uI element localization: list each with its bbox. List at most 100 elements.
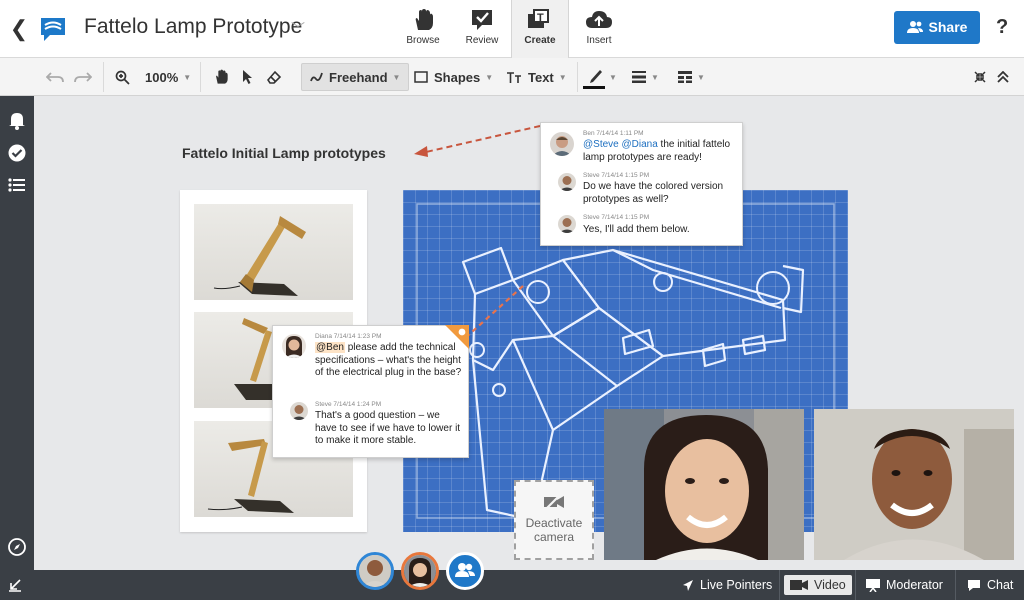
deactivate-camera-label: Deactivate xyxy=(525,516,583,530)
text-icon xyxy=(507,71,521,83)
participant-avatar-steve[interactable] xyxy=(356,552,394,590)
moderator-label: Moderator xyxy=(886,578,943,592)
mode-insert-button[interactable]: Insert xyxy=(570,0,628,58)
rectangle-icon xyxy=(414,71,428,83)
toolbar-divider xyxy=(577,62,578,92)
video-feed-diana[interactable] xyxy=(604,409,804,560)
fit-screen-button[interactable] xyxy=(974,58,986,96)
zoom-dropdown[interactable]: 100% ▼ xyxy=(145,58,191,96)
shapes-tool-dropdown[interactable]: Shapes ▼ xyxy=(414,58,493,96)
eraser-tool-button[interactable] xyxy=(266,58,282,96)
participant-avatar-diana[interactable] xyxy=(401,552,439,590)
caret-down-icon: ▼ xyxy=(558,72,567,82)
grid-layout-icon xyxy=(678,71,692,83)
comment-meta: Steve 7/14/14 1:15 PM xyxy=(583,172,650,179)
top-bar: ❮ Fattelo Lamp Prototype ﹀ Browse Review… xyxy=(0,0,1024,58)
mode-browse-label: Browse xyxy=(406,35,440,46)
minimize-panel-button[interactable] xyxy=(8,570,28,600)
mention-link[interactable]: @Steve @Diana xyxy=(583,139,658,150)
chat-toggle[interactable]: Chat xyxy=(967,570,1013,600)
review-icon xyxy=(472,10,492,30)
shapes-label: Shapes xyxy=(434,69,481,85)
mode-review-button[interactable]: Review xyxy=(453,0,511,58)
list-icon[interactable] xyxy=(7,175,27,195)
line-weight-dropdown[interactable]: ▼ xyxy=(632,58,659,96)
upload-cloud-icon xyxy=(586,11,612,28)
checklist-check-icon[interactable] xyxy=(7,143,27,163)
caret-down-icon: ▼ xyxy=(183,72,192,82)
comment-thread-card[interactable]: Ben 7/14/14 1:11 PM @Steve @Diana the in… xyxy=(540,122,743,246)
eraser-icon xyxy=(266,70,282,84)
bottom-divider xyxy=(779,570,780,600)
title-chevron-down-icon[interactable]: ﹀ xyxy=(291,19,305,39)
comment-thread-card[interactable]: Diana 7/14/14 1:23 PM @Ben please add th… xyxy=(272,325,469,458)
shrink-arrow-icon xyxy=(9,579,21,592)
svg-text:T: T xyxy=(537,12,544,24)
comment-text: Do we have the colored version prototype… xyxy=(583,181,724,205)
app-logo-icon xyxy=(38,15,68,43)
pan-tool-button[interactable] xyxy=(213,58,229,96)
mode-create-label: Create xyxy=(524,35,556,46)
redo-icon xyxy=(74,72,92,83)
help-button[interactable]: ? xyxy=(996,16,1008,39)
compass-icon[interactable] xyxy=(7,537,27,557)
avatar-ben xyxy=(550,132,574,156)
comment-text: @Steve @Diana the initial fattelo lamp p… xyxy=(583,139,731,163)
share-button[interactable]: Share xyxy=(894,11,980,44)
line-weight-icon xyxy=(632,71,646,83)
cursor-arrow-icon xyxy=(243,70,252,84)
freehand-label: Freehand xyxy=(329,69,388,85)
caret-down-icon: ▼ xyxy=(392,72,401,82)
live-pointers-label: Live Pointers xyxy=(700,578,773,592)
freehand-tool-dropdown[interactable]: Freehand ▼ xyxy=(301,63,410,91)
hand-icon xyxy=(216,69,228,84)
freehand-icon xyxy=(310,72,323,82)
chat-bubble-icon xyxy=(968,579,980,591)
canvas-title[interactable]: Fattelo Initial Lamp prototypes xyxy=(182,145,386,161)
mode-create-button[interactable]: T Create xyxy=(511,0,569,58)
avatar-steve xyxy=(290,402,308,420)
select-tool-button[interactable] xyxy=(242,58,254,96)
video-toggle[interactable]: Video xyxy=(784,575,852,595)
lamp-photo[interactable] xyxy=(194,204,353,300)
collapse-toolbar-button[interactable] xyxy=(997,58,1009,96)
moderator-toggle[interactable]: Moderator xyxy=(866,570,943,600)
pen-color-icon xyxy=(583,70,605,89)
hand-icon xyxy=(415,9,433,30)
stroke-color-dropdown[interactable]: ▼ xyxy=(583,58,617,96)
participants-list-button[interactable] xyxy=(446,552,484,590)
comment-meta: Ben 7/14/14 1:11 PM xyxy=(583,130,644,137)
redo-button[interactable] xyxy=(74,58,92,96)
notifications-bell-icon[interactable] xyxy=(7,110,27,130)
avatar-steve xyxy=(558,215,576,233)
layout-dropdown[interactable]: ▼ xyxy=(678,58,705,96)
caret-down-icon: ▼ xyxy=(609,72,617,82)
mode-review-label: Review xyxy=(465,35,499,46)
back-button[interactable]: ❮ xyxy=(8,14,30,44)
double-chevron-up-icon xyxy=(997,71,1009,83)
toolbar: 100% ▼ Freehand ▼ Shapes ▼ Text ▼ ▼ ▼ ▼ xyxy=(0,58,1024,96)
undo-button[interactable] xyxy=(46,58,64,96)
caret-down-icon: ▼ xyxy=(697,72,705,82)
mention-link[interactable]: @Ben xyxy=(315,342,345,353)
annotation-arrow[interactable] xyxy=(400,120,550,165)
left-sidebar xyxy=(0,96,34,570)
text-tool-dropdown[interactable]: Text ▼ xyxy=(506,58,567,96)
users-icon xyxy=(455,563,475,577)
collapse-arrows-icon xyxy=(974,71,986,83)
mode-insert-label: Insert xyxy=(586,35,612,46)
undo-icon xyxy=(46,72,64,83)
zoom-in-button[interactable] xyxy=(115,58,130,96)
presentation-board-icon xyxy=(866,578,880,592)
share-label: Share xyxy=(928,19,968,35)
deactivate-camera-label: camera xyxy=(533,530,574,544)
pointer-arrow-icon xyxy=(683,579,693,591)
comment-text: @Ben please add the technical specificat… xyxy=(315,342,462,379)
live-pointers-toggle[interactable]: Live Pointers xyxy=(682,570,772,600)
document-title[interactable]: Fattelo Lamp Prototype xyxy=(84,15,302,39)
deactivate-camera-button[interactable]: Deactivate camera xyxy=(514,480,594,560)
mode-browse-button[interactable]: Browse xyxy=(394,0,452,58)
toolbar-divider xyxy=(200,62,201,92)
video-label: Video xyxy=(814,578,846,592)
video-feed-steve[interactable] xyxy=(814,409,1014,560)
